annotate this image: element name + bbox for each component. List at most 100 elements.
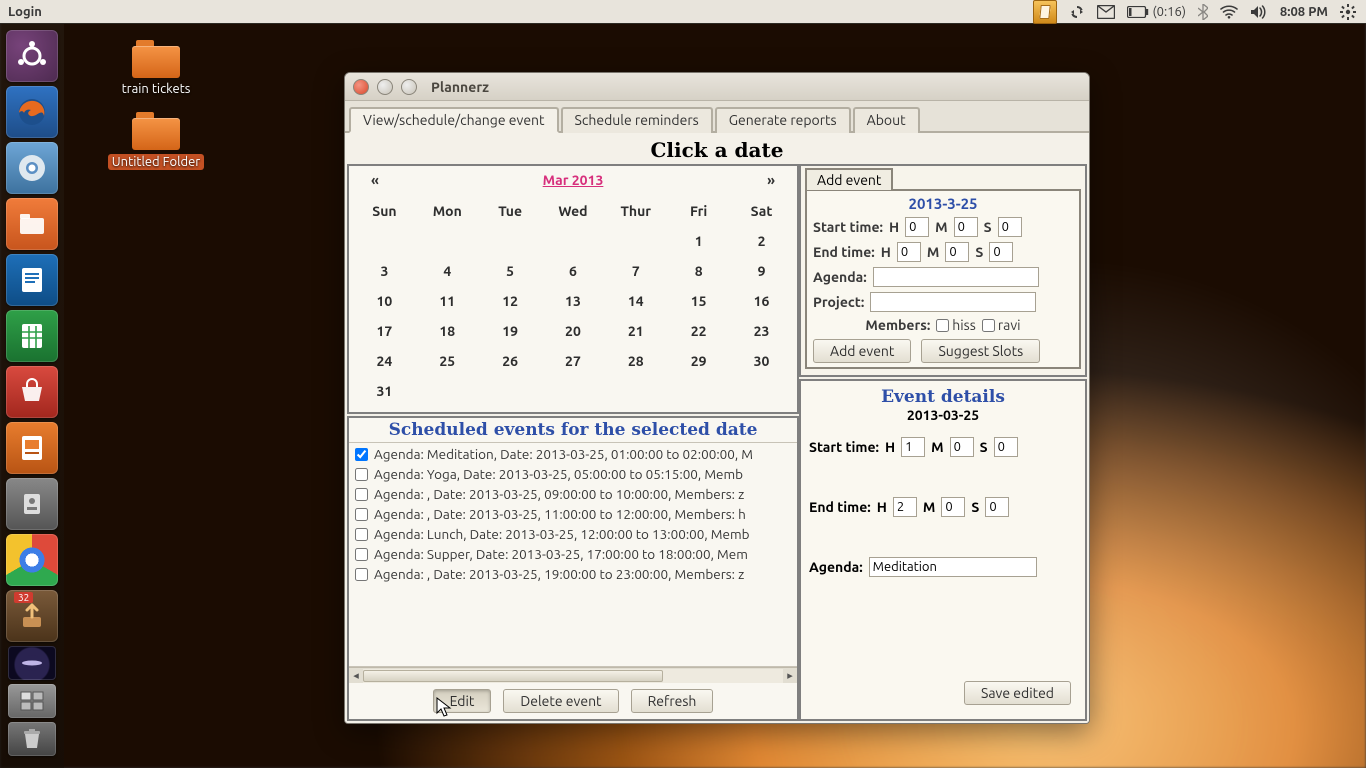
event-checkbox[interactable]: [355, 488, 368, 501]
events-hscrollbar[interactable]: ◂ ▸: [349, 667, 797, 683]
agenda-input[interactable]: [873, 267, 1039, 287]
calendar-day-cell[interactable]: 31: [353, 376, 416, 406]
details-start-hour[interactable]: [901, 437, 925, 457]
calendar-day-cell[interactable]: 14: [604, 286, 667, 316]
event-row[interactable]: Agenda: Meditation, Date: 2013-03-25, 01…: [351, 444, 795, 464]
calendar-day-cell[interactable]: 23: [730, 316, 793, 346]
event-row[interactable]: Agenda: , Date: 2013-03-25, 11:00:00 to …: [351, 504, 795, 524]
details-end-hour[interactable]: [893, 497, 917, 517]
scroll-thumb[interactable]: [363, 670, 663, 682]
calendar-day-cell[interactable]: 19: [479, 316, 542, 346]
calendar-day-cell[interactable]: 30: [730, 346, 793, 376]
libreoffice-calc-icon[interactable]: [6, 310, 58, 362]
event-row[interactable]: Agenda: Yoga, Date: 2013-03-25, 05:00:00…: [351, 464, 795, 484]
calendar-day-cell[interactable]: 22: [667, 316, 730, 346]
dash-home-icon[interactable]: [6, 30, 58, 82]
software-center-icon[interactable]: [6, 366, 58, 418]
suggest-slots-button[interactable]: Suggest Slots: [921, 339, 1040, 363]
event-row[interactable]: Agenda: , Date: 2013-03-25, 19:00:00 to …: [351, 564, 795, 584]
event-row[interactable]: Agenda: Lunch, Date: 2013-03-25, 12:00:0…: [351, 524, 795, 544]
event-row[interactable]: Agenda: Supper, Date: 2013-03-25, 17:00:…: [351, 544, 795, 564]
calendar-day-cell[interactable]: 7: [604, 256, 667, 286]
event-checkbox[interactable]: [355, 448, 368, 461]
eclipse-icon[interactable]: [8, 646, 56, 680]
battery-indicator[interactable]: (0:16): [1127, 5, 1186, 19]
clock[interactable]: 8:08 PM: [1280, 5, 1328, 19]
calendar-month-link[interactable]: Mar 2013: [543, 172, 604, 188]
files-icon[interactable]: [6, 198, 58, 250]
window-close-button[interactable]: [353, 79, 369, 95]
details-end-sec[interactable]: [985, 497, 1009, 517]
start-hour-input[interactable]: [905, 217, 929, 237]
trash-icon[interactable]: [8, 722, 56, 756]
end-hour-input[interactable]: [897, 242, 921, 262]
member-hiss-checkbox[interactable]: hiss: [936, 317, 976, 333]
calendar-day-cell[interactable]: 21: [604, 316, 667, 346]
calendar-day-cell[interactable]: 6: [542, 256, 605, 286]
volume-icon[interactable]: [1250, 5, 1268, 19]
edit-button[interactable]: Edit: [433, 689, 492, 713]
calendar-day-cell[interactable]: 25: [416, 346, 479, 376]
calendar-day-cell[interactable]: 16: [730, 286, 793, 316]
calendar-day-cell[interactable]: 26: [479, 346, 542, 376]
calendar-day-cell[interactable]: 8: [667, 256, 730, 286]
add-event-tab[interactable]: Add event: [805, 168, 893, 190]
details-start-min[interactable]: [950, 437, 974, 457]
event-row[interactable]: Agenda: , Date: 2013-03-25, 09:00:00 to …: [351, 484, 795, 504]
libreoffice-writer-icon[interactable]: [6, 254, 58, 306]
calendar-next-button[interactable]: »: [767, 172, 775, 188]
mail-icon[interactable]: [1097, 5, 1115, 19]
calendar-prev-button[interactable]: «: [371, 172, 379, 188]
folder-train-tickets[interactable]: train tickets: [96, 40, 216, 96]
calendar-day-cell[interactable]: 20: [542, 316, 605, 346]
sync-icon[interactable]: [1069, 4, 1085, 20]
calendar-day-cell[interactable]: 2: [730, 226, 793, 256]
tab-about[interactable]: About: [853, 107, 920, 133]
network-icon[interactable]: [1220, 5, 1238, 19]
window-titlebar[interactable]: Plannerz: [345, 73, 1089, 101]
calendar-day-cell[interactable]: 24: [353, 346, 416, 376]
add-event-button[interactable]: Add event: [813, 339, 911, 363]
libreoffice-impress-icon[interactable]: [6, 422, 58, 474]
calendar-day-cell[interactable]: 10: [353, 286, 416, 316]
scroll-right-arrow[interactable]: ▸: [783, 669, 797, 683]
session-gear-icon[interactable]: [1340, 4, 1356, 20]
google-chrome-icon[interactable]: [6, 534, 58, 586]
refresh-button[interactable]: Refresh: [631, 689, 714, 713]
calendar-day-cell[interactable]: 3: [353, 256, 416, 286]
calendar-day-cell[interactable]: 12: [479, 286, 542, 316]
calendar-day-cell[interactable]: 17: [353, 316, 416, 346]
tab-view-schedule[interactable]: View/schedule/change event: [349, 107, 559, 133]
calendar-day-cell[interactable]: 18: [416, 316, 479, 346]
event-checkbox[interactable]: [355, 548, 368, 561]
system-settings-icon[interactable]: [6, 478, 58, 530]
firefox-icon[interactable]: [6, 86, 58, 138]
calendar-day-cell[interactable]: 11: [416, 286, 479, 316]
scroll-track[interactable]: [363, 669, 783, 683]
start-sec-input[interactable]: [998, 217, 1022, 237]
chromium-icon[interactable]: [6, 142, 58, 194]
calendar-day-cell[interactable]: 1: [667, 226, 730, 256]
event-checkbox[interactable]: [355, 528, 368, 541]
event-checkbox[interactable]: [355, 468, 368, 481]
bluetooth-icon[interactable]: [1198, 4, 1208, 20]
details-agenda-input[interactable]: [869, 557, 1037, 577]
scroll-left-arrow[interactable]: ◂: [349, 669, 363, 683]
details-start-sec[interactable]: [994, 437, 1018, 457]
member-ravi-checkbox[interactable]: ravi: [982, 317, 1021, 333]
calendar-day-cell[interactable]: 9: [730, 256, 793, 286]
software-updater-icon[interactable]: [6, 590, 58, 642]
start-min-input[interactable]: [954, 217, 978, 237]
delete-event-button[interactable]: Delete event: [503, 689, 618, 713]
workspace-switcher-icon[interactable]: [8, 684, 56, 718]
app-indicator-icon[interactable]: [1033, 0, 1057, 24]
window-maximize-button[interactable]: [401, 79, 417, 95]
calendar-day-cell[interactable]: 27: [542, 346, 605, 376]
tab-reports[interactable]: Generate reports: [715, 107, 851, 133]
calendar-day-cell[interactable]: 4: [416, 256, 479, 286]
details-end-min[interactable]: [941, 497, 965, 517]
calendar-day-cell[interactable]: 29: [667, 346, 730, 376]
calendar-day-cell[interactable]: 15: [667, 286, 730, 316]
folder-untitled[interactable]: Untitled Folder: [96, 112, 216, 170]
project-input[interactable]: [870, 292, 1036, 312]
